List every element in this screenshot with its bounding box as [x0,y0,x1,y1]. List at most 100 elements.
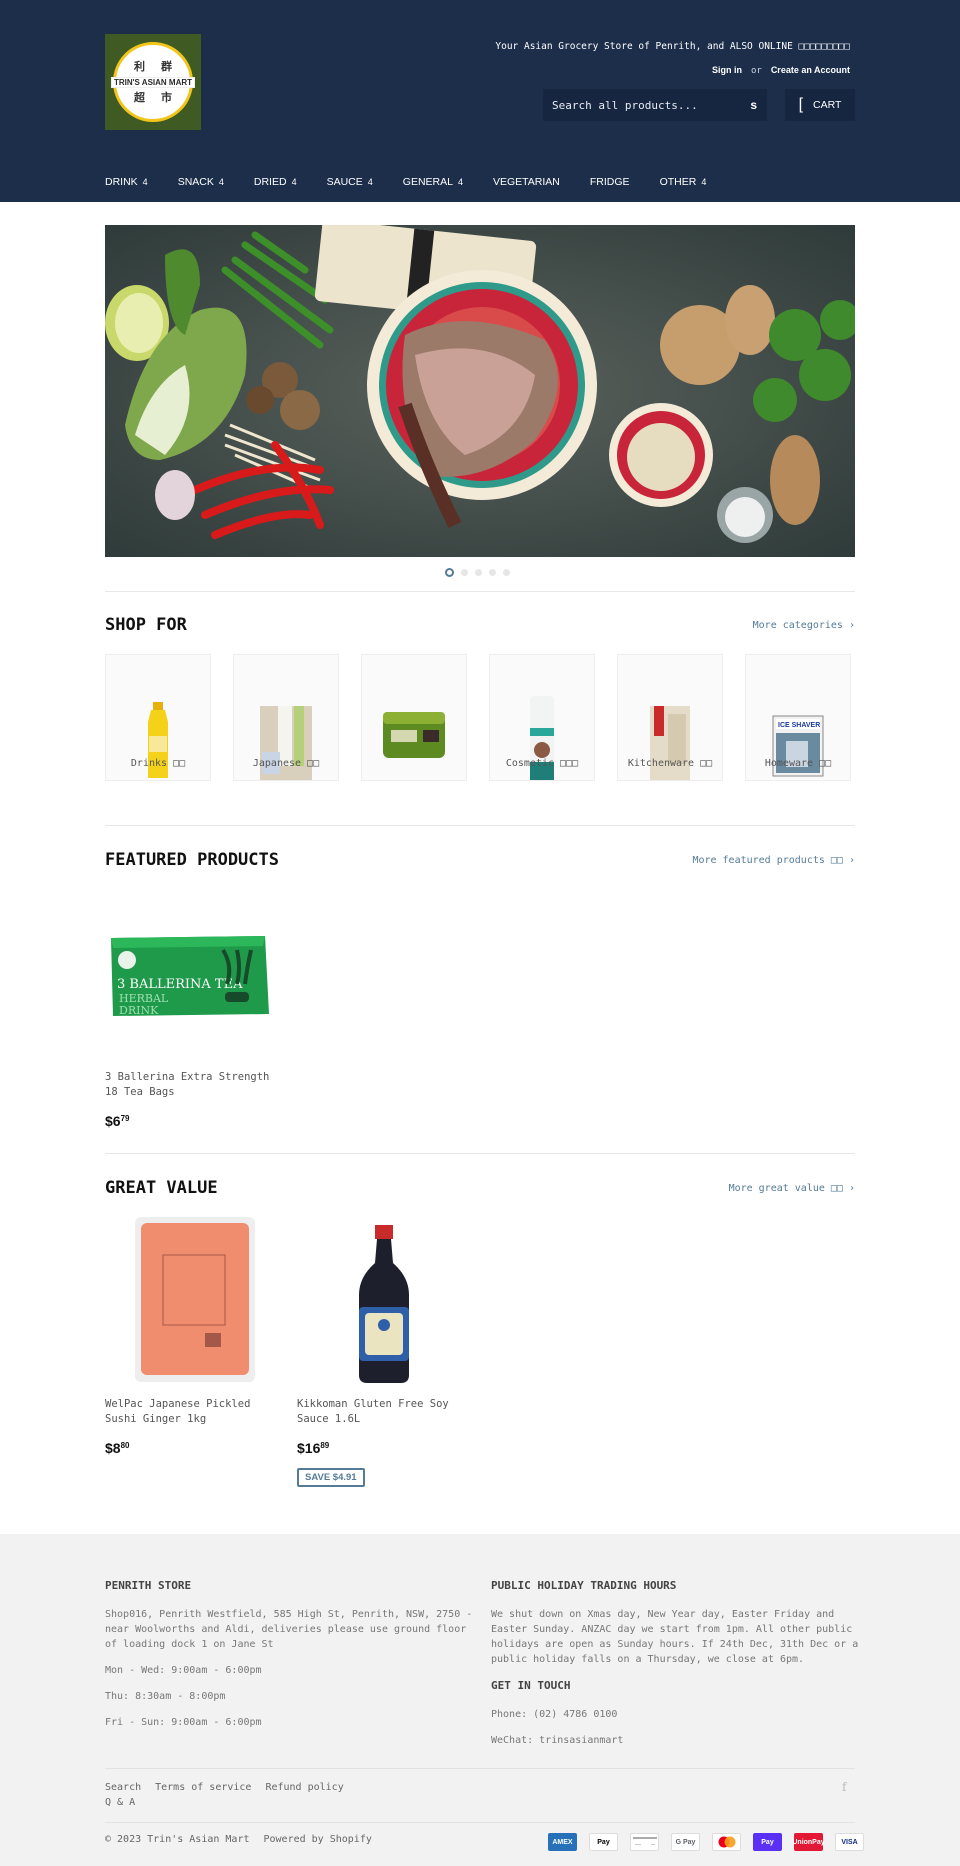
category-label: Homeware □□ [764,758,832,769]
store-tagline: Your Asian Grocery Store of Penrith, and… [495,41,850,52]
nav-item-other[interactable]: OTHER 4 [660,176,707,188]
logo-cjk-3: 超 [134,90,145,104]
product-title[interactable]: 3 Ballerina Extra Strength 18 Tea Bags [105,1070,275,1100]
category-card-kitchenware[interactable]: Kitchenware □□ [617,654,723,781]
site-header: 利 群 TRIN'S ASIAN MART 超 市 Your Asian Groce… [0,0,960,202]
cart-button[interactable]: [ CART [785,89,855,121]
product-price: $1689 [297,1440,467,1456]
nav-item-drink[interactable]: DRINK 4 [105,176,148,188]
logo-emblem: 利 群 TRIN'S ASIAN MART 超 市 [110,42,196,122]
category-card-sauce[interactable] [361,654,467,781]
shop-pay-icon: Pay [753,1833,782,1851]
nav-label: VEGETARIAN [492,176,560,188]
footer-link-refund[interactable]: Refund policy [265,1782,343,1793]
more-featured-link[interactable]: More featured products □□ › [692,855,855,866]
amex-icon: AMEX [548,1833,577,1851]
footer-divider [105,1822,855,1823]
logo-cjk-1: 利 [134,59,145,73]
price-dollars: $16 [297,1440,321,1456]
nav-item-vegetarian[interactable]: VEGETARIAN [493,176,560,188]
search-placeholder: Search all products... [552,98,698,112]
powered-by-link[interactable]: Powered by Shopify [264,1834,372,1845]
category-card-drinks[interactable]: Drinks □□ [105,654,211,781]
store-logo[interactable]: 利 群 TRIN'S ASIAN MART 超 市 [105,34,201,130]
category-card-japanese[interactable]: Japanese □□ [233,654,339,781]
nav-item-sauce[interactable]: SAUCE 4 [327,176,373,188]
product-card[interactable]: Kikkoman Gluten Free Soy Sauce 1.6L $168… [297,1215,467,1487]
chevron-down-icon: 4 [218,177,224,187]
logo-name: TRIN'S ASIAN MART [110,76,196,88]
search-input[interactable]: Search all products... s [543,89,767,121]
nav-label: DRIED [253,176,287,188]
soy-sauce-bottle-image [359,1225,409,1383]
category-card-homeware[interactable]: ICE SHAVER Homeware □□ [745,654,851,781]
save-badge: SAVE $4.91 [297,1468,365,1487]
contact-phone[interactable]: Phone: (02) 4786 0100 [491,1707,861,1722]
hero-slideshow[interactable] [105,225,855,557]
footer-link-qa[interactable]: Q & A [105,1797,135,1808]
cart-label: CART [813,99,842,111]
more-categories-link[interactable]: More categories › [753,620,855,631]
search-icon[interactable]: s [750,98,757,112]
slide-dot-4[interactable] [489,569,496,576]
price-dollars: $8 [105,1440,121,1456]
logo-cjk-2: 群 [161,59,172,73]
product-card[interactable]: 3 BALLERINA TEA HERBAL DRINK 3 Ballerina E… [105,888,275,1129]
hours-thu: Thu: 8:30am - 8:00pm [105,1691,226,1702]
nav-label: GENERAL [402,176,453,188]
slide-dot-5[interactable] [503,569,510,576]
google-pay-icon: G Pay [671,1833,700,1851]
shop-for-title: SHOP FOR [105,615,187,635]
nav-label: OTHER [659,176,697,188]
create-account-link[interactable]: Create an Account [771,65,850,75]
footer-link-terms[interactable]: Terms of service [155,1782,251,1793]
featured-title: FEATURED PRODUCTS [105,850,279,870]
nav-label: DRINK [105,176,138,188]
product-title[interactable]: WelPac Japanese Pickled Sushi Ginger 1kg [105,1397,275,1427]
product-image[interactable] [105,1215,275,1385]
chevron-down-icon: 4 [142,177,148,187]
footer-store-column: PENRITH STORE Shop016, Penrith Westfield… [105,1578,475,1741]
holiday-text: We shut down on Xmas day, New Year day, … [491,1609,859,1665]
slide-dot-1[interactable] [445,568,454,577]
facebook-icon[interactable]: f [842,1780,846,1794]
section-divider [105,591,855,592]
nav-item-fridge[interactable]: FRIDGE [590,176,630,188]
footer-link-search[interactable]: Search [105,1782,141,1793]
generic-card-icon [630,1833,659,1851]
product-price: $679 [105,1113,275,1129]
price-dollars: $6 [105,1113,121,1129]
product-image[interactable]: 3 BALLERINA TEA HERBAL DRINK [105,888,275,1058]
nav-item-general[interactable]: GENERAL 4 [403,176,463,188]
chevron-down-icon: 4 [701,177,707,187]
hours-fri-sun: Fri - Sun: 9:00am - 6:00pm [105,1717,262,1728]
footer-contact-title: GET IN TOUCH [491,1679,571,1692]
product-image[interactable] [297,1215,467,1385]
slide-dot-2[interactable] [461,569,468,576]
product-card[interactable]: WelPac Japanese Pickled Sushi Ginger 1kg… [105,1215,275,1456]
hours-mon-wed: Mon - Wed: 9:00am - 6:00pm [105,1665,262,1676]
paste-tub-image [383,712,445,758]
footer-links: Search Terms of service Refund policy Q & … [105,1780,358,1810]
slide-dot-3[interactable] [475,569,482,576]
category-label: Drinks □□ [130,758,186,769]
nav-item-snack[interactable]: SNACK 4 [178,176,224,188]
unionpay-icon: UnionPay [792,1833,825,1851]
category-card-cosmetic[interactable]: Cosmetic □□□ [489,654,595,781]
section-divider [105,825,855,826]
mastercard-icon [712,1833,741,1851]
main-nav: DRINK 4 SNACK 4 DRIED 4 SAUCE 4 GENERAL 4 VEGETARI… [105,176,736,188]
contact-wechat: WeChat: trinsasianmart [491,1735,624,1746]
section-divider [105,1153,855,1154]
chevron-down-icon: 4 [291,177,297,187]
nav-item-dried[interactable]: DRIED 4 [254,176,297,188]
category-grid: Drinks □□ Japanese □□ Cosmetic □□□ Kitch… [105,654,851,781]
more-great-value-link[interactable]: More great value □□ › [729,1183,855,1194]
price-cents: 89 [320,1441,330,1450]
sign-in-link[interactable]: Sign in [712,65,742,75]
great-value-title: GREAT VALUE [105,1178,218,1198]
slideshow-dots [445,568,510,577]
svg-text:DRINK: DRINK [119,1004,159,1017]
product-title[interactable]: Kikkoman Gluten Free Soy Sauce 1.6L [297,1397,467,1427]
svg-text:3 BALLERINA TEA: 3 BALLERINA TEA [117,977,243,992]
